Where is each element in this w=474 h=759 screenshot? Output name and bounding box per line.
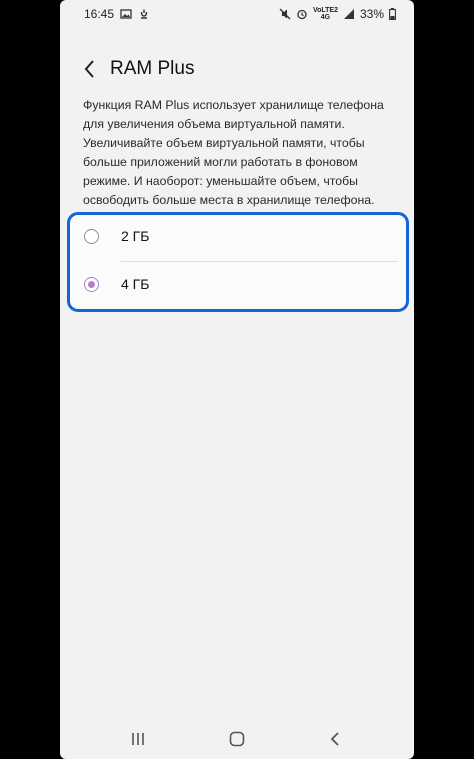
radio-2gb[interactable] — [84, 229, 99, 244]
alarm-icon — [297, 9, 307, 20]
home-icon[interactable] — [227, 730, 247, 748]
app-header: RAM Plus — [60, 52, 414, 88]
back-icon[interactable] — [326, 730, 346, 748]
status-time: 16:45 — [84, 7, 115, 21]
battery-percent: 33% — [359, 7, 384, 21]
ram-options-card: 2 ГБ 4 ГБ — [67, 212, 409, 312]
divider — [121, 261, 398, 262]
option-4gb[interactable]: 4 ГБ — [70, 263, 406, 309]
network-type: VoLTE2 4G — [313, 7, 338, 21]
option-2gb[interactable]: 2 ГБ — [70, 215, 406, 261]
page-title: RAM Plus — [110, 58, 195, 79]
mute-icon — [279, 8, 291, 20]
status-left: 16:45 — [84, 7, 150, 21]
back-arrow-icon[interactable] — [80, 57, 100, 81]
phone-screen: 16:45 VoLTE2 4G 33% RAM Plus Функция RAM… — [60, 0, 414, 759]
option-label-4gb: 4 ГБ — [121, 276, 150, 292]
gallery-icon — [120, 9, 132, 19]
network-type-bottom: 4G — [320, 14, 331, 21]
navigation-bar — [60, 722, 414, 756]
recents-icon[interactable] — [128, 730, 148, 748]
network-type-top: VoLTE2 — [312, 7, 338, 14]
signal-icon — [343, 9, 354, 19]
option-label-2gb: 2 ГБ — [121, 228, 150, 244]
status-right: VoLTE2 4G 33% — [279, 7, 396, 21]
description-text: Функция RAM Plus использует хранилище те… — [83, 98, 384, 207]
status-bar: 16:45 VoLTE2 4G 33% — [60, 0, 414, 28]
radio-4gb[interactable] — [84, 277, 99, 292]
battery-icon — [389, 8, 396, 20]
notification-icon — [140, 9, 148, 19]
